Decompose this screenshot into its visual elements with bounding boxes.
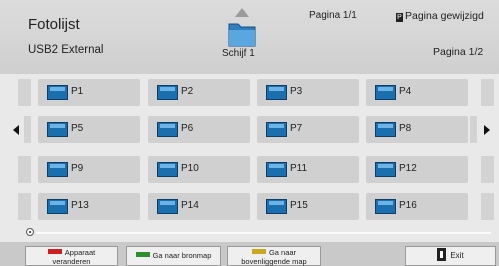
arrow-right-icon[interactable] (484, 125, 490, 135)
exit-button[interactable]: Exit (405, 246, 496, 266)
parent-folder-button[interactable]: Ga naar bovenliggende map (227, 246, 321, 266)
yellow-key-icon (251, 249, 266, 254)
header-bar: Fotolijst USB2 External Pagina 1/1 P Pagi… (0, 0, 499, 74)
folder-item[interactable]: P14 (148, 193, 250, 220)
folder-icon (157, 85, 178, 100)
folder-item[interactable]: P4 (366, 79, 468, 106)
folder-item[interactable]: P8 (366, 116, 468, 143)
grid-row: P1 P2 P3 P4 (0, 77, 499, 108)
scroll-track[interactable] (36, 232, 491, 234)
folder-icon (375, 122, 396, 137)
edge-cell-left (18, 79, 31, 106)
page-title: Fotolijst (28, 16, 80, 33)
folder-icon (47, 199, 68, 214)
p-button-icon: P (396, 13, 403, 22)
folder-item[interactable]: P7 (257, 116, 359, 143)
folder-item[interactable]: P16 (366, 193, 468, 220)
folder-icon (47, 122, 68, 137)
page-change-hint: P Pagina gewijzigd (396, 10, 484, 22)
folder-icon (375, 162, 396, 177)
edge-cell-right (481, 156, 494, 183)
folder-item[interactable]: P6 (148, 116, 250, 143)
folder-item[interactable]: P9 (38, 156, 140, 183)
folder-icon (266, 122, 287, 137)
scrollbar[interactable] (26, 228, 496, 237)
edge-cell-left (18, 156, 31, 183)
folder-item[interactable]: P2 (148, 79, 250, 106)
folder-item[interactable]: P5 (38, 116, 140, 143)
folder-icon (266, 199, 287, 214)
exit-icon (437, 248, 447, 261)
source-folder-button[interactable]: Ga naar bronmap (126, 246, 221, 266)
folder-icon (157, 162, 178, 177)
folder-item[interactable]: P13 (38, 193, 140, 220)
bottom-bar: Apparaat veranderen Ga naar bronmap Ga n… (0, 242, 499, 266)
edge-cell-right (470, 116, 477, 143)
green-key-icon (135, 252, 150, 257)
folder-item[interactable]: P15 (257, 193, 359, 220)
edge-cell-left (24, 116, 31, 143)
grid-row: P9 P10 P11 P12 (0, 154, 499, 185)
folder-icon (375, 85, 396, 100)
folder-icon (47, 162, 68, 177)
scroll-knob-icon[interactable] (26, 228, 34, 236)
folder-disk-icon[interactable] (227, 8, 257, 48)
red-key-icon (47, 249, 62, 254)
device-name: USB2 External (28, 44, 104, 56)
arrow-left-icon[interactable] (13, 125, 19, 135)
folder-icon (375, 199, 396, 214)
edge-cell-right (481, 193, 494, 220)
folder-icon (266, 85, 287, 100)
folder-icon (266, 162, 287, 177)
folder-icon (47, 85, 68, 100)
disk-label: Schijf 1 (222, 48, 255, 59)
folder-icon (157, 199, 178, 214)
grid-row: P5 P6 P7 P8 (0, 114, 499, 145)
folder-item[interactable]: P10 (148, 156, 250, 183)
folder-icon (157, 122, 178, 137)
folder-grid: P1 P2 P3 P4 P5 P6 P7 P8 P9 P10 P11 P12 P… (0, 74, 499, 232)
page-indicator-top: Pagina 1/1 (309, 10, 357, 21)
change-device-button[interactable]: Apparaat veranderen (25, 246, 118, 266)
edge-cell-left (18, 193, 31, 220)
page-indicator: Pagina 1/2 (433, 46, 484, 58)
folder-item[interactable]: P1 (38, 79, 140, 106)
page-change-label: Pagina gewijzigd (405, 10, 484, 22)
folder-item[interactable]: P12 (366, 156, 468, 183)
folder-item[interactable]: P11 (257, 156, 359, 183)
grid-row: P13 P14 P15 P16 (0, 191, 499, 222)
folder-item[interactable]: P3 (257, 79, 359, 106)
edge-cell-right (481, 79, 494, 106)
